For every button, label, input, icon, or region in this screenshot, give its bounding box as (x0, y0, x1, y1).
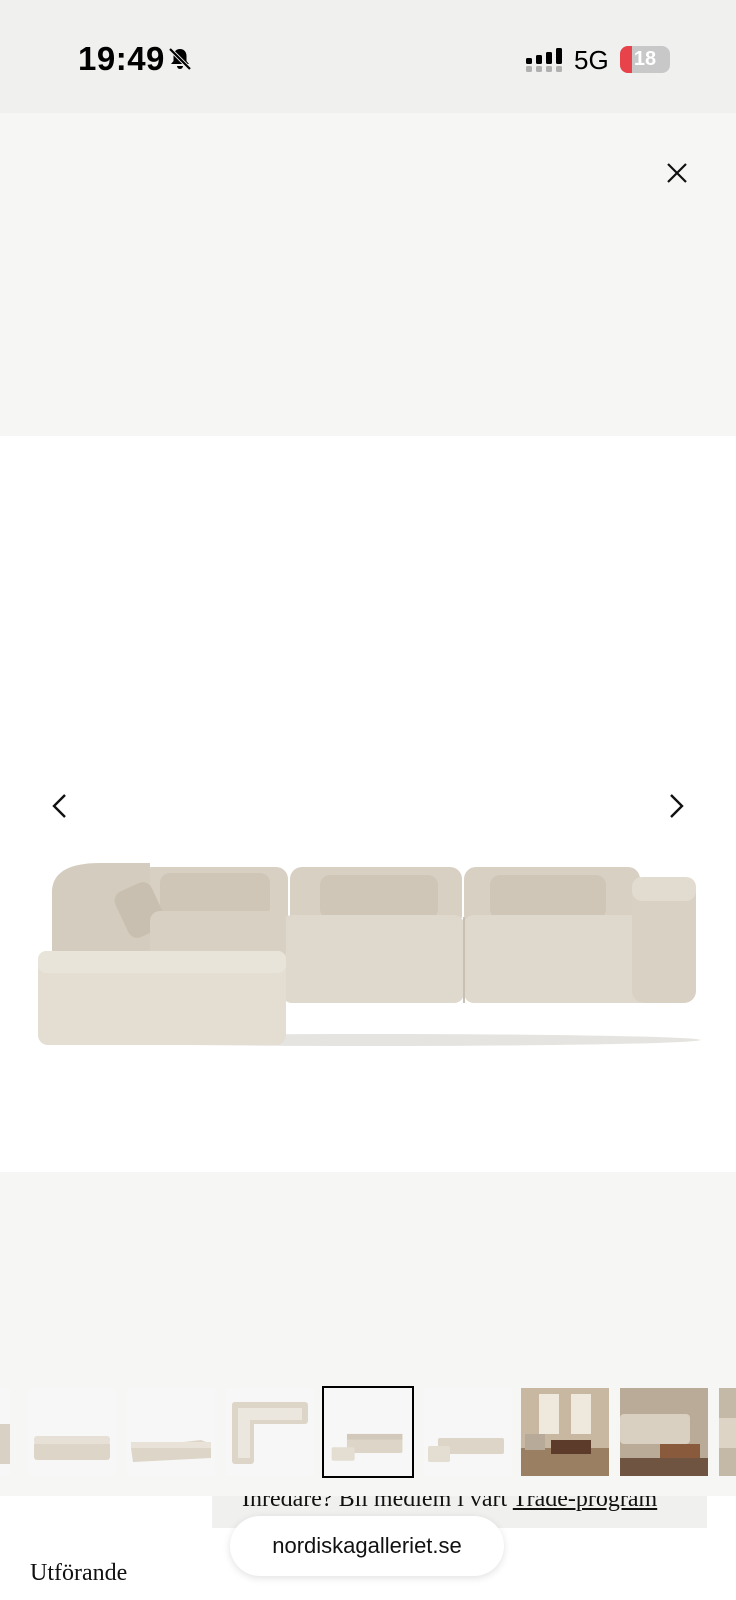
thumbnail-strip[interactable] (0, 1386, 736, 1482)
battery-percent: 18 (633, 48, 657, 70)
bell-muted-icon (168, 47, 192, 71)
thumbnail[interactable] (521, 1388, 609, 1476)
thumbnail[interactable] (620, 1388, 708, 1476)
gallery-top-area (0, 113, 736, 436)
thumbnail[interactable] (127, 1388, 215, 1476)
url-text: nordiskagalleriet.se (272, 1533, 462, 1558)
trade-prefix: Inredare? Bli medlem i vårt (242, 1496, 513, 1512)
chevron-right-icon (670, 794, 684, 818)
thumbnail[interactable] (424, 1388, 512, 1476)
next-image-button[interactable] (656, 786, 696, 826)
trade-program-text: Inredare? Bli medlem i vårt Trade-progra… (242, 1496, 657, 1513)
thumbnail-selected[interactable] (322, 1386, 414, 1478)
close-icon (667, 163, 687, 183)
variant-heading: Utförande (30, 1560, 128, 1586)
trade-program-link[interactable]: Trade-program (513, 1496, 657, 1512)
chevron-left-icon (52, 794, 66, 818)
prev-image-button[interactable] (40, 786, 80, 826)
thumbnail[interactable] (0, 1388, 10, 1476)
thumbnail[interactable] (719, 1388, 736, 1476)
close-button[interactable] (660, 156, 694, 190)
battery-icon: 18 (620, 46, 670, 73)
thumbnail[interactable] (226, 1388, 314, 1476)
browser-url-bar[interactable]: nordiskagalleriet.se (230, 1516, 504, 1576)
status-bar: 19:49 5G 18 (0, 0, 736, 113)
network-label: 5G (574, 45, 609, 75)
thumbnail[interactable] (28, 1388, 116, 1476)
status-time: 19:49 (78, 40, 165, 77)
signal-icon (526, 48, 562, 72)
product-image-sofa (38, 863, 700, 1046)
